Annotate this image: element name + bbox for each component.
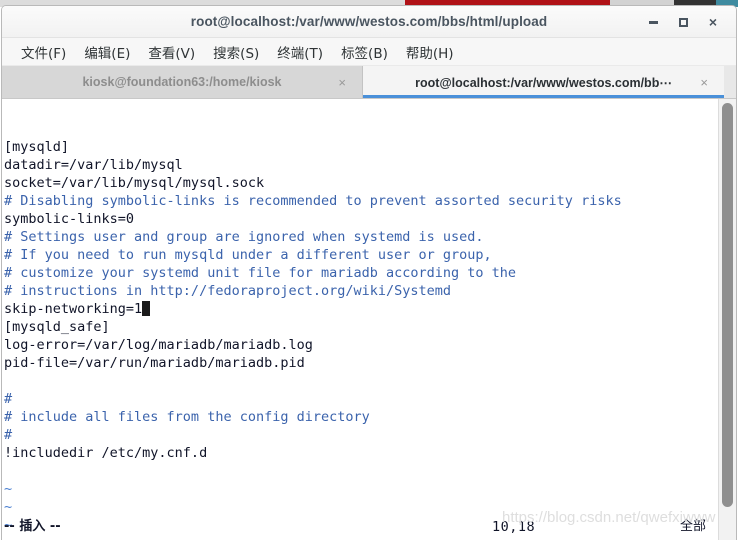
vim-status-line: -- 插入 -- 10,18 全部	[4, 518, 706, 536]
maximize-button[interactable]	[668, 9, 698, 35]
tab-label: kiosk@foundation63:/home/kiosk	[82, 75, 282, 89]
terminal-line-3: # Disabling symbolic-links is recommende…	[4, 193, 622, 209]
menu-search[interactable]: 搜索(S)	[204, 39, 268, 65]
tab-label: root@localhost:/var/www/westos.com/bb⋯	[415, 75, 672, 90]
window-controls: ×	[638, 6, 728, 38]
menu-edit[interactable]: 编辑(E)	[75, 39, 139, 65]
menu-tabs[interactable]: 标签(B)	[332, 39, 397, 65]
terminal-area: [mysqld] datadir=/var/lib/mysql socket=/va…	[2, 99, 736, 540]
tabbar: kiosk@foundation63:/home/kiosk × root@loca…	[2, 66, 736, 99]
terminal-tab-0[interactable]: kiosk@foundation63:/home/kiosk ×	[2, 66, 363, 98]
tab-close-icon[interactable]: ×	[700, 76, 708, 89]
scrollbar-thumb[interactable]	[722, 103, 733, 507]
menu-terminal[interactable]: 终端(T)	[268, 39, 332, 65]
terminal-lines: [mysqld] datadir=/var/lib/mysql socket=/va…	[4, 138, 718, 540]
menu-help[interactable]: 帮助(H)	[397, 39, 463, 65]
terminal-line-9: skip-networking=1	[4, 300, 718, 318]
terminal-line-16: #	[4, 427, 13, 443]
close-icon: ×	[708, 14, 718, 30]
terminal-window: root@localhost:/var/www/westos.com/bbs/h…	[1, 5, 737, 540]
terminal-line-6: # If you need to run mysqld under a diff…	[4, 247, 492, 263]
vim-mode-indicator: -- 插入 --	[4, 519, 61, 534]
terminal-line-18	[4, 462, 718, 480]
terminal-text-buffer[interactable]: [mysqld] datadir=/var/lib/mysql socket=/va…	[2, 99, 718, 540]
terminal-line-19: ~	[4, 481, 13, 497]
terminal-scrollbar[interactable]	[718, 99, 736, 540]
terminal-line-14: #	[4, 391, 13, 407]
terminal-line-10: [mysqld_safe]	[4, 319, 110, 335]
terminal-tab-1[interactable]: root@localhost:/var/www/westos.com/bb⋯ ×	[363, 66, 724, 98]
maximize-icon	[678, 17, 688, 27]
tab-close-icon[interactable]: ×	[338, 76, 346, 89]
terminal-line-2: socket=/var/lib/mysql/mysql.sock	[4, 175, 265, 191]
terminal-line-13	[4, 372, 718, 390]
terminal-line-15: # include all files from the config dire…	[4, 409, 370, 425]
vim-scroll-indicator: 全部	[680, 519, 707, 534]
text-cursor	[142, 301, 151, 316]
close-button[interactable]: ×	[698, 9, 728, 35]
terminal-line-1: datadir=/var/lib/mysql	[4, 157, 183, 173]
menu-file[interactable]: 文件(F)	[12, 39, 75, 65]
vim-cursor-position: 10,18	[492, 519, 536, 535]
terminal-line-0: [mysqld]	[4, 139, 70, 155]
window-titlebar[interactable]: root@localhost:/var/www/westos.com/bbs/h…	[2, 6, 736, 38]
terminal-line-4: symbolic-links=0	[4, 211, 135, 227]
terminal-line-5: # Settings user and group are ignored wh…	[4, 229, 484, 245]
terminal-line-12: pid-file=/var/run/mariadb/mariadb.pid	[4, 355, 305, 371]
terminal-line-11: log-error=/var/log/mariadb/mariadb.log	[4, 337, 313, 353]
menu-view[interactable]: 查看(V)	[139, 39, 204, 65]
terminal-line-7: # customize your systemd unit file for m…	[4, 265, 517, 281]
window-title: root@localhost:/var/www/westos.com/bbs/h…	[190, 14, 548, 29]
terminal-line-17: !includedir /etc/my.cnf.d	[4, 445, 208, 461]
terminal-line-8: # instructions in http://fedoraproject.o…	[4, 283, 452, 299]
terminal-line-20: ~	[4, 499, 13, 515]
minimize-button[interactable]	[638, 9, 668, 35]
menubar: 文件(F) 编辑(E) 查看(V) 搜索(S) 终端(T) 标签(B) 帮助(H)	[2, 38, 736, 66]
minimize-icon	[648, 20, 658, 24]
